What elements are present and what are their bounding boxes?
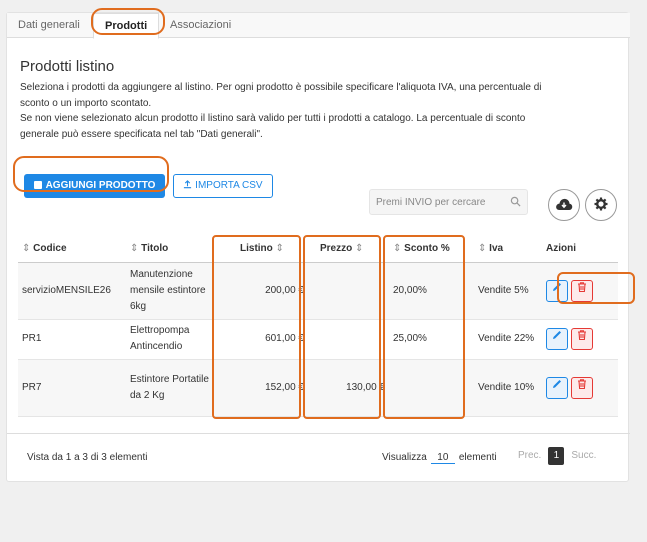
add-product-label: AGGIUNGI PRODOTTO xyxy=(45,180,156,191)
products-card: Dati generali Prodotti Associazioni Prod… xyxy=(6,12,630,483)
search-icon[interactable] xyxy=(510,196,521,210)
sort-icon: ⇕ xyxy=(478,242,490,254)
delete-button[interactable] xyxy=(571,328,593,350)
cell-prezzo xyxy=(308,262,389,320)
description-line: generale può essere specificata nel tab … xyxy=(20,128,263,140)
cell-listino: 601,00 € xyxy=(224,319,308,360)
trash-icon xyxy=(578,378,586,389)
cell-azioni xyxy=(542,319,618,360)
tab-associazioni[interactable]: Associazioni xyxy=(159,13,242,38)
sort-icon: ⇕ xyxy=(393,242,405,254)
cell-codice: servizioMENSILE26 xyxy=(18,262,126,320)
trash-icon xyxy=(578,330,586,341)
elements-label: elementi xyxy=(458,452,497,463)
sort-icon: ⇕ xyxy=(272,242,284,254)
description-line: Seleziona i prodotti da aggiungere al li… xyxy=(20,82,542,93)
plus-square-icon xyxy=(33,181,42,189)
delete-button[interactable] xyxy=(571,376,593,399)
column-label: Prezzo xyxy=(320,242,353,254)
import-csv-button[interactable]: IMPORTA CSV xyxy=(173,174,273,198)
column-header-iva[interactable]: ⇕ Iva xyxy=(474,235,542,263)
cell-azioni xyxy=(542,262,618,320)
cell-azioni xyxy=(542,359,618,417)
delete-button[interactable] xyxy=(571,279,593,302)
column-label: Iva xyxy=(489,242,504,254)
cell-sconto xyxy=(389,359,474,417)
cell-titolo: Estintore Portatile da 2 Kg xyxy=(126,359,224,417)
tab-dati-generali[interactable]: Dati generali xyxy=(7,13,91,38)
table-row: servizioMENSILE26 Manutenzione mensile e… xyxy=(18,262,618,320)
cell-listino: 200,00 € xyxy=(224,262,308,320)
edit-button[interactable] xyxy=(546,376,568,399)
description-line: sconto o un importo scontato. xyxy=(20,97,152,109)
prev-page-button[interactable]: Prec. xyxy=(518,450,541,461)
cell-iva: Vendite 5% xyxy=(474,262,542,320)
page-number-button[interactable]: 1 xyxy=(548,447,565,465)
cell-sconto: 20,00% xyxy=(389,262,474,320)
tab-bar: Dati generali Prodotti Associazioni xyxy=(7,13,630,39)
cell-iva: Vendite 10% xyxy=(474,359,542,417)
download-button[interactable] xyxy=(548,189,580,221)
next-page-button[interactable]: Succ. xyxy=(571,450,596,461)
page-size-select[interactable]: 10 xyxy=(430,452,455,464)
add-product-button[interactable]: AGGIUNGI PRODOTTO xyxy=(24,174,165,198)
column-header-prezzo[interactable]: Prezzo ⇕ xyxy=(308,235,389,263)
sort-icon: ⇕ xyxy=(352,242,364,254)
sort-icon: ⇕ xyxy=(22,242,34,254)
column-header-sconto[interactable]: ⇕ Sconto % xyxy=(389,235,474,263)
cell-listino: 152,00 € xyxy=(224,359,308,417)
pencil-icon xyxy=(553,379,561,388)
cell-codice: PR1 xyxy=(18,319,126,360)
column-header-titolo[interactable]: ⇕ Titolo xyxy=(126,235,224,263)
page-size-label: Visualizza xyxy=(382,452,427,463)
cell-titolo: Elettropompa Antincendio xyxy=(126,319,224,360)
column-label: Titolo xyxy=(141,242,169,254)
cloud-download-icon xyxy=(555,197,573,214)
column-header-codice[interactable]: ⇕ Codice xyxy=(18,235,126,263)
search-box xyxy=(369,189,528,215)
column-label: Codice xyxy=(33,242,67,254)
column-label: Sconto % xyxy=(404,242,450,254)
pagination: Prec. 1 Succ. xyxy=(518,447,596,465)
cell-sconto: 25,00% xyxy=(389,319,474,360)
cell-titolo: Manutenzione mensile estintore 6kg xyxy=(126,262,224,320)
table-row: PR1 Elettropompa Antincendio 601,00 € 25… xyxy=(18,319,618,360)
page-size-control: Visualizza 10 elementi xyxy=(382,452,497,464)
search-input[interactable] xyxy=(370,190,500,214)
page-title: Prodotti listino xyxy=(20,58,115,75)
upload-icon xyxy=(183,180,195,191)
table-header-row: ⇕ Codice ⇕ Titolo Listino ⇕ Prezzo ⇕ ⇕ S… xyxy=(18,235,618,263)
table-row: PR7 Estintore Portatile da 2 Kg 152,00 €… xyxy=(18,359,618,417)
settings-button[interactable] xyxy=(585,189,617,221)
column-label: Listino xyxy=(240,242,273,254)
trash-icon xyxy=(578,281,586,292)
description: Seleziona i prodotti da aggiungere al li… xyxy=(20,80,620,142)
import-csv-label: IMPORTA CSV xyxy=(195,180,263,191)
tab-prodotti[interactable]: Prodotti xyxy=(93,13,160,39)
edit-button[interactable] xyxy=(546,279,568,302)
cell-codice: PR7 xyxy=(18,359,126,417)
cell-prezzo: 130,00 € xyxy=(308,359,389,417)
table-footer: Vista da 1 a 3 di 3 elementi Visualizza 1… xyxy=(7,433,630,483)
description-line: Se non viene selezionato alcun prodotto … xyxy=(20,113,526,124)
products-table: ⇕ Codice ⇕ Titolo Listino ⇕ Prezzo ⇕ ⇕ S… xyxy=(18,235,618,417)
cell-prezzo xyxy=(308,319,389,360)
column-header-azioni: Azioni xyxy=(542,235,618,263)
gear-icon xyxy=(594,197,608,214)
pencil-icon xyxy=(553,331,561,339)
column-header-listino[interactable]: Listino ⇕ xyxy=(224,235,308,263)
cell-iva: Vendite 22% xyxy=(474,319,542,360)
edit-button[interactable] xyxy=(546,328,568,350)
pencil-icon xyxy=(553,282,561,291)
pagination-info: Vista da 1 a 3 di 3 elementi xyxy=(27,452,148,463)
sort-icon: ⇕ xyxy=(130,242,142,254)
